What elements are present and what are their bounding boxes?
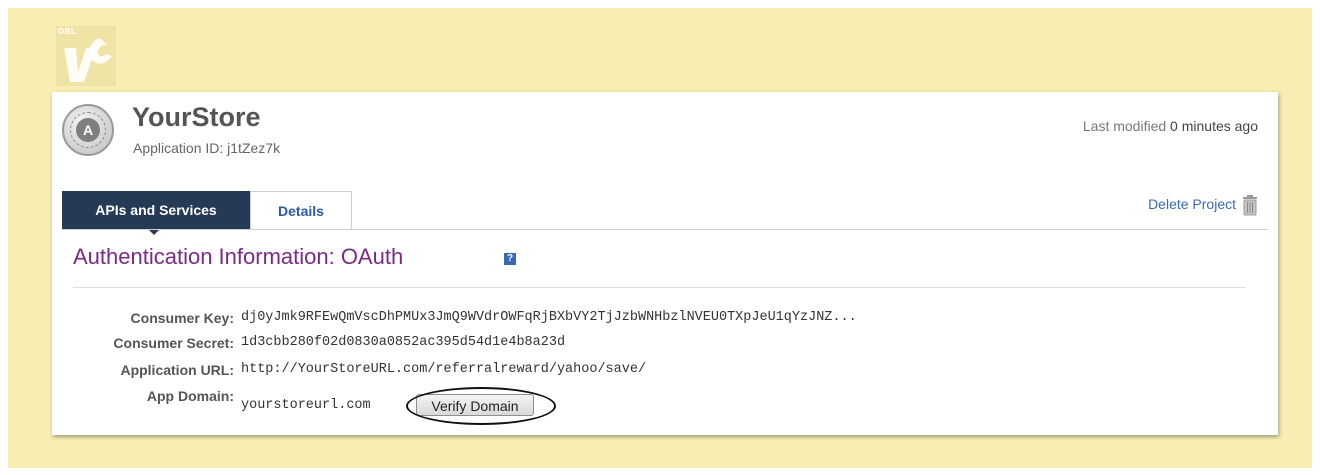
last-modified: Last modified 0 minutes ago xyxy=(1083,118,1258,134)
logo-text: OBL xyxy=(58,27,77,36)
app-domain-label: App Domain: xyxy=(146,388,234,404)
last-modified-label: Last modified xyxy=(1082,118,1167,134)
application-card: A YourStore Application ID: j1tZez7k Las… xyxy=(52,92,1278,435)
oauth-badge-letter: A xyxy=(76,118,100,142)
highlight-circle xyxy=(406,387,556,425)
application-url-label: Application URL: xyxy=(120,362,234,378)
application-url-value: http://YourStoreURL.com/referralreward/y… xyxy=(241,362,647,377)
tab-apis-and-services[interactable]: APIs and Services xyxy=(62,191,250,235)
tab-details[interactable]: Details xyxy=(250,191,352,229)
section-divider xyxy=(73,287,1245,288)
consumer-secret-label: Consumer Secret: xyxy=(113,335,234,351)
app-id: Application ID: j1tZez7k xyxy=(133,140,281,156)
field-row-consumer-secret: Consumer Secret: 1d3cbb280f02d0830a0852a… xyxy=(52,335,1278,355)
app-name: YourStore xyxy=(132,102,261,132)
field-row-consumer-key: Consumer Key: dj0yJmk9RFEwQmVscDhPMUx3Jm… xyxy=(52,310,1278,330)
field-row-app-domain: App Domain: yourstoreurl.com xyxy=(52,388,1278,413)
tab-divider xyxy=(62,229,1268,230)
delete-project-link[interactable]: Delete Project xyxy=(1148,196,1236,212)
company-logo: OBL xyxy=(56,26,116,86)
consumer-secret-value: 1d3cbb280f02d0830a0852ac395d54d1e4b8a23d xyxy=(241,335,566,350)
oauth-badge-icon: A xyxy=(62,104,114,156)
field-row-application-url: Application URL: http://YourStoreURL.com… xyxy=(52,362,1278,382)
help-icon[interactable]: ? xyxy=(504,253,516,265)
consumer-key-label: Consumer Key: xyxy=(130,310,234,326)
last-modified-value: 0 minutes ago xyxy=(1170,118,1258,134)
trash-icon[interactable] xyxy=(1242,194,1258,216)
consumer-key-value: dj0yJmk9RFEwQmVscDhPMUx3JmQ9WVdrOWFqRjBX… xyxy=(241,310,857,325)
app-domain-value: yourstoreurl.com xyxy=(241,398,371,413)
section-title: Authentication Information: OAuth xyxy=(73,244,404,269)
